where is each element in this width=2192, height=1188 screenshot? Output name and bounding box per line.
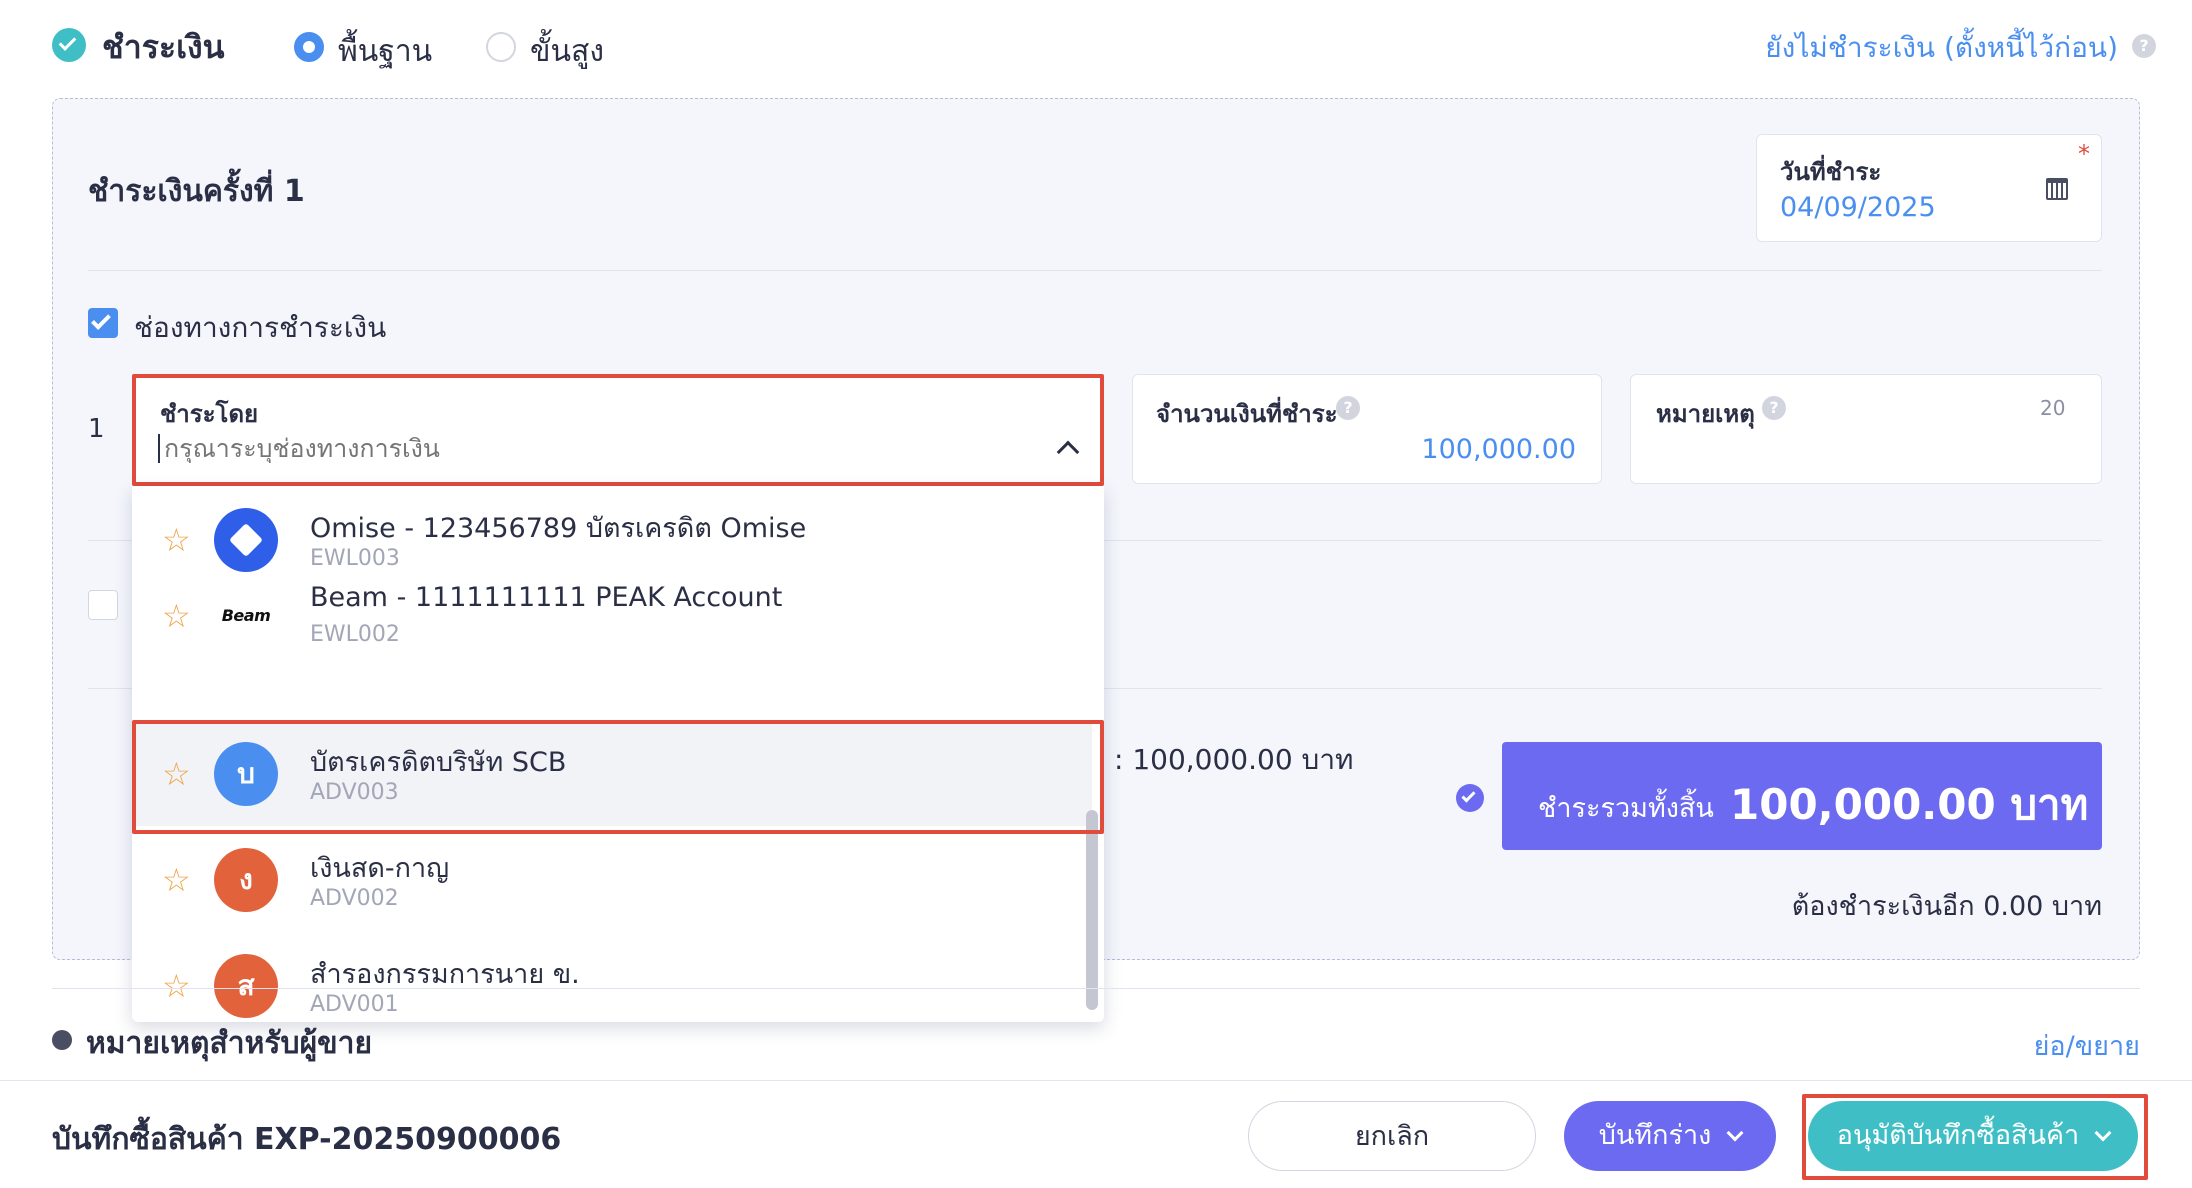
option-name: Omise - 123456789 บัตรเครดิต Omise (310, 513, 807, 544)
option-name: เงินสด-กาญ (310, 853, 450, 884)
payment-page: ชำระเงิน พื้นฐาน ขั้นสูง ยังไม่ชำระเงิน … (0, 0, 2192, 1188)
channel-checkbox-label[interactable]: ช่องทางการชำระเงิน (134, 306, 386, 350)
payby-search-input[interactable] (158, 434, 1038, 463)
favorite-star-icon[interactable]: ☆ (162, 600, 191, 632)
amount-label: จำนวนเงินที่ชำระ (1156, 400, 1338, 428)
total-value: 100,000.00 บาท (1730, 780, 2089, 829)
calendar-icon[interactable] (2046, 178, 2068, 200)
save-draft-label: บันทึกร่าง (1598, 1120, 1712, 1151)
note-char-counter: 20 (2040, 396, 2066, 420)
chevron-down-icon[interactable] (1726, 1124, 1744, 1142)
dropdown-option[interactable]: ☆ Beam Beam - 1111111111 PEAK Account EW… (132, 562, 1092, 668)
total-label: ชำระรวมทั้งสิ้น (1538, 793, 1714, 824)
favorite-star-icon[interactable]: ☆ (162, 524, 191, 556)
paid-amount-summary: : 100,000.00 บาท (1114, 743, 1354, 776)
note-label: หมายเหตุ (1656, 400, 1755, 428)
date-label: วันที่ชำระ (1780, 158, 1882, 186)
section-title: ชำระเงินครั้งที่ 1 (88, 174, 305, 209)
option-name: Beam - 1111111111 PEAK Account (310, 582, 783, 613)
bullet-icon (52, 1030, 72, 1050)
advanced-mode-label[interactable]: ขั้นสูง (530, 28, 604, 75)
total-check-icon (1456, 784, 1484, 812)
approve-button-highlight (1802, 1094, 2148, 1180)
selected-option-highlight (132, 720, 1104, 834)
amount-value[interactable]: 100,000.00 (1156, 434, 1576, 465)
unpaid-link[interactable]: ยังไม่ชำระเงิน (ตั้งหนี้ไว้ก่อน) (1765, 26, 2118, 70)
note-help-icon[interactable]: ? (1762, 396, 1786, 420)
payment-check-icon[interactable] (52, 28, 86, 62)
dropdown-scrollbar[interactable] (1086, 810, 1098, 1010)
advanced-mode-radio[interactable] (486, 32, 516, 62)
payment-title: ชำระเงิน (102, 28, 225, 66)
help-icon[interactable]: ? (2132, 34, 2156, 58)
payby-label: ชำระโดย (160, 400, 259, 428)
beam-logo-icon: Beam (214, 584, 278, 648)
payby-select[interactable] (132, 374, 1104, 486)
favorite-star-icon[interactable]: ☆ (162, 864, 191, 896)
remaining-amount: ต้องชำระเงินอีก 0.00 บาท (1791, 891, 2102, 922)
amount-help-icon[interactable]: ? (1336, 396, 1360, 420)
divider (88, 270, 2102, 271)
document-title: บันทึกซื้อสินค้า EXP-20250900006 (52, 1122, 562, 1157)
option-checkbox[interactable] (88, 590, 118, 620)
seller-note-title: หมายเหตุสำหรับผู้ขาย (86, 1026, 373, 1061)
channel-checkbox[interactable] (88, 308, 118, 338)
divider (52, 988, 2140, 989)
favorite-star-icon[interactable]: ☆ (162, 970, 191, 1002)
collapse-expand-link[interactable]: ย่อ/ขยาย (2034, 1024, 2140, 1067)
option-avatar: ส (214, 954, 278, 1018)
dropdown-option[interactable]: ☆ ง เงินสด-กาญ ADV002 (132, 826, 1092, 932)
option-avatar: ง (214, 848, 278, 912)
option-code: ADV001 (310, 992, 399, 1017)
required-mark: * (2078, 140, 2090, 168)
basic-mode-label[interactable]: พื้นฐาน (338, 28, 432, 75)
cancel-button[interactable]: ยกเลิก (1248, 1101, 1536, 1171)
option-code: EWL002 (310, 622, 400, 647)
basic-mode-radio[interactable] (294, 32, 324, 62)
row-number: 1 (88, 414, 105, 444)
date-value[interactable]: 04/09/2025 (1780, 192, 1936, 223)
save-draft-button[interactable]: บันทึกร่าง (1564, 1101, 1776, 1171)
dropdown-option[interactable]: ☆ ส สำรองกรรมการนาย ข. ADV001 (132, 932, 1092, 1022)
option-code: ADV002 (310, 886, 399, 911)
